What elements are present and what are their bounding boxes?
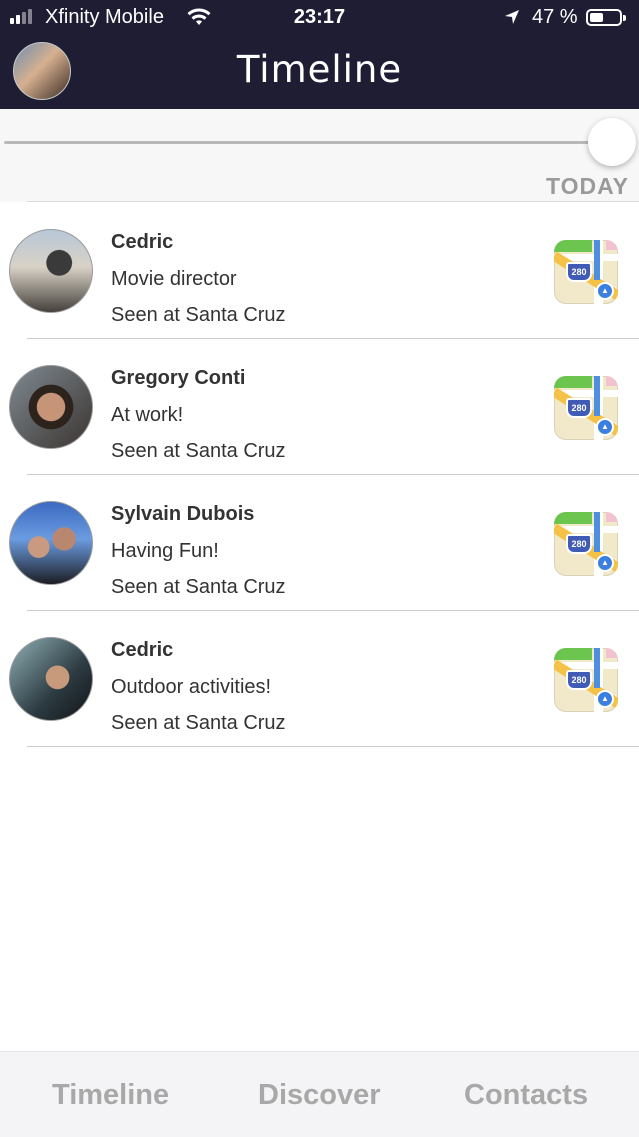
location-pin-icon: ▲ <box>596 282 614 300</box>
timeline-entry[interactable]: Cedric Movie director Seen at Santa Cruz… <box>0 203 639 339</box>
seen-location: Seen at Santa Cruz <box>111 576 286 598</box>
highway-shield-icon: 280 <box>566 670 592 690</box>
page-title: Timeline <box>236 48 403 91</box>
timeline-slider-track[interactable] <box>4 141 594 144</box>
maps-icon[interactable]: 280 ▲ <box>554 376 618 440</box>
location-pin-icon: ▲ <box>596 418 614 436</box>
battery-percentage: 47 % <box>532 6 578 28</box>
maps-icon[interactable]: 280 ▲ <box>554 512 618 576</box>
contact-avatar[interactable] <box>9 501 93 585</box>
maps-icon[interactable]: 280 ▲ <box>554 648 618 712</box>
location-pin-icon: ▲ <box>596 690 614 708</box>
app-header: Xfinity Mobile 23:17 47 % Timeline <box>0 0 639 109</box>
seen-location: Seen at Santa Cruz <box>111 304 286 326</box>
contact-name: Cedric <box>111 231 174 253</box>
contact-name: Cedric <box>111 639 174 661</box>
timeline-entry[interactable]: Sylvain Dubois Having Fun! Seen at Santa… <box>0 475 639 611</box>
timeline-slider-area: TODAY <box>0 109 639 202</box>
contact-status: Movie director <box>111 268 237 290</box>
timeline-entry[interactable]: Cedric Outdoor activities! Seen at Santa… <box>0 611 639 747</box>
seen-location: Seen at Santa Cruz <box>111 440 286 462</box>
location-pin-icon: ▲ <box>596 554 614 572</box>
timeline-slider-knob[interactable] <box>588 118 636 166</box>
contact-avatar[interactable] <box>9 229 93 313</box>
maps-icon[interactable]: 280 ▲ <box>554 240 618 304</box>
contact-status: Outdoor activities! <box>111 676 272 698</box>
highway-shield-icon: 280 <box>566 398 592 418</box>
tab-contacts[interactable]: Contacts <box>464 1079 588 1112</box>
battery-icon <box>586 9 626 26</box>
highway-shield-icon: 280 <box>566 262 592 282</box>
contact-name: Sylvain Dubois <box>111 503 255 525</box>
row-divider <box>27 746 639 747</box>
tab-discover[interactable]: Discover <box>258 1079 381 1112</box>
contact-status: At work! <box>111 404 184 426</box>
contact-status: Having Fun! <box>111 540 219 562</box>
timeline-entry[interactable]: Gregory Conti At work! Seen at Santa Cru… <box>0 339 639 475</box>
timeline-period-label: TODAY <box>546 173 629 199</box>
contact-name: Gregory Conti <box>111 367 246 389</box>
seen-location: Seen at Santa Cruz <box>111 712 286 734</box>
contact-avatar[interactable] <box>9 365 93 449</box>
status-bar: Xfinity Mobile 23:17 47 % <box>0 0 639 36</box>
contact-avatar[interactable] <box>9 637 93 721</box>
divider <box>27 201 639 202</box>
tab-bar: Timeline Discover Contacts <box>0 1051 639 1137</box>
highway-shield-icon: 280 <box>566 534 592 554</box>
timeline-list: Cedric Movie director Seen at Santa Cruz… <box>0 203 639 747</box>
tab-timeline[interactable]: Timeline <box>52 1079 169 1112</box>
location-arrow-icon <box>503 8 521 32</box>
